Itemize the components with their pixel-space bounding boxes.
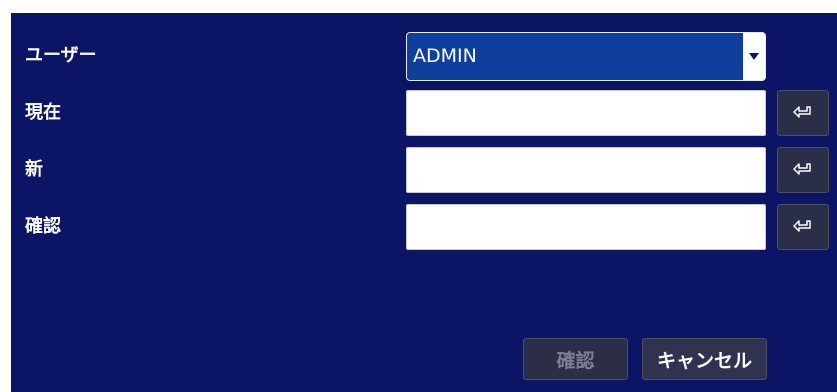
cancel-button[interactable]: キャンセル: [642, 338, 767, 380]
user-select-value: ADMIN: [413, 45, 477, 67]
enter-key-icon: [793, 106, 811, 118]
confirm-password-field[interactable]: [406, 204, 766, 250]
password-dialog: ユーザー ADMIN 現在 新 確認 確認 キャンセル: [11, 13, 837, 392]
user-label: ユーザー: [25, 45, 97, 66]
new-password-field[interactable]: [406, 147, 766, 193]
chevron-down-icon[interactable]: [743, 33, 765, 80]
current-password-label: 現在: [25, 102, 61, 123]
confirm-password-label: 確認: [25, 216, 61, 237]
new-password-keyboard-button[interactable]: [777, 147, 829, 193]
enter-key-icon: [793, 220, 811, 232]
confirm-password-keyboard-button[interactable]: [777, 204, 829, 250]
current-password-field[interactable]: [406, 90, 766, 136]
confirm-button[interactable]: 確認: [523, 338, 628, 380]
user-select[interactable]: ADMIN: [406, 32, 766, 81]
enter-key-icon: [793, 163, 811, 175]
new-password-label: 新: [25, 159, 43, 180]
current-password-keyboard-button[interactable]: [777, 90, 829, 136]
